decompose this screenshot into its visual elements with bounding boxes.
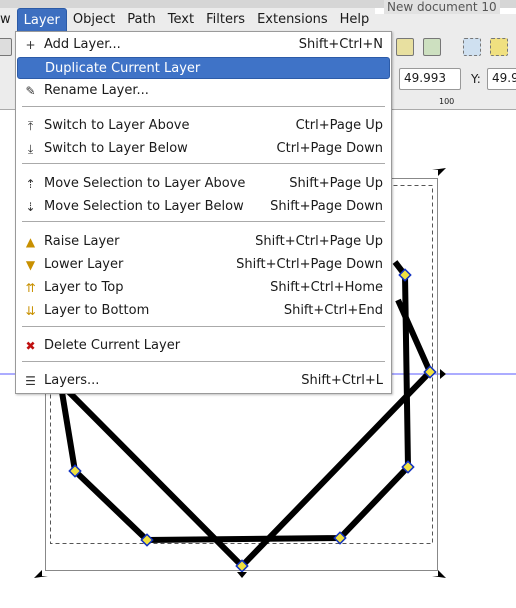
menu-item-shortcut: Ctrl+Page Up	[295, 118, 383, 133]
y-value: 49.9	[492, 71, 516, 85]
menu-separator	[22, 361, 385, 362]
menu-item-layer-to-bottom[interactable]: ⇊ Layer to Bottom Shift+Ctrl+End	[17, 300, 390, 322]
move-selection-below-icon: ⇣	[25, 200, 36, 214]
zoom-selection-icon[interactable]	[463, 38, 481, 56]
y-label: Y:	[471, 72, 481, 86]
menu-path[interactable]: Path	[121, 8, 162, 32]
menu-item-shortcut: Shift+Ctrl+N	[298, 37, 383, 52]
menu-item-shortcut: Ctrl+Page Down	[276, 141, 383, 156]
switch-layer-above-icon: ⤒	[27, 119, 34, 133]
menu-item-rename-layer[interactable]: ✎ Rename Layer...	[17, 80, 390, 102]
menu-item-label: Add Layer...	[44, 37, 121, 52]
menu-item-label: Switch to Layer Below	[44, 141, 188, 156]
menu-item-lower-layer[interactable]: ▼ Lower Layer Shift+Ctrl+Page Down	[17, 254, 390, 276]
menu-item-label: Duplicate Current Layer	[45, 61, 201, 76]
menu-item-label: Layer to Top	[44, 280, 124, 295]
menu-text[interactable]: Text	[162, 8, 200, 32]
menu-bar: w Layer Object Path Text Filters Extensi…	[0, 8, 375, 32]
menu-item-label: Lower Layer	[44, 257, 124, 272]
menu-bar-filler	[375, 14, 516, 32]
menu-help[interactable]: Help	[334, 8, 376, 32]
x-field[interactable]: 49.993	[399, 68, 461, 90]
menu-item-shortcut: Shift+Ctrl+L	[301, 373, 383, 388]
menu-item-move-selection-to-layer-above[interactable]: ⇡ Move Selection to Layer Above Shift+Page…	[17, 173, 390, 195]
scale-handle-bottom-right[interactable]	[432, 570, 446, 578]
menu-item-label: Move Selection to Layer Above	[44, 176, 246, 191]
zoom-drawing-icon[interactable]	[490, 38, 508, 56]
layer-to-bottom-icon: ⇊	[25, 304, 36, 318]
menu-object[interactable]: Object	[67, 8, 121, 32]
menu-view[interactable]: w	[0, 8, 17, 32]
rename-layer-icon: ✎	[25, 84, 36, 98]
menu-item-shortcut: Shift+Page Down	[270, 199, 383, 214]
move-selection-above-icon: ⇡	[25, 177, 36, 191]
menu-item-layers[interactable]: ☰ Layers... Shift+Ctrl+L	[17, 370, 390, 392]
menu-item-label: Switch to Layer Above	[44, 118, 190, 133]
print-icon[interactable]	[0, 38, 12, 56]
menu-item-layer-to-top[interactable]: ⇈ Layer to Top Shift+Ctrl+Home	[17, 277, 390, 299]
switch-layer-below-icon: ⤓	[27, 142, 34, 156]
menu-item-shortcut: Shift+Ctrl+Home	[270, 280, 383, 295]
menu-separator	[22, 163, 385, 164]
delete-layer-icon: ✖	[25, 339, 36, 353]
menu-separator	[22, 221, 385, 222]
menu-item-shortcut: Shift+Ctrl+Page Up	[255, 234, 383, 249]
menu-item-switch-to-layer-below[interactable]: ⤓ Switch to Layer Below Ctrl+Page Down	[17, 138, 390, 160]
lower-layer-icon: ▼	[25, 258, 36, 272]
menu-item-label: Layer to Bottom	[44, 303, 150, 318]
menu-item-label: Move Selection to Layer Below	[44, 199, 244, 214]
layers-icon: ☰	[25, 374, 36, 388]
menu-item-raise-layer[interactable]: ▲ Raise Layer Shift+Ctrl+Page Up	[17, 231, 390, 253]
menu-item-shortcut: Shift+Page Up	[289, 176, 383, 191]
layer-to-top-icon: ⇈	[25, 281, 36, 295]
scale-handle-bottom-left[interactable]	[34, 570, 48, 578]
menu-layer[interactable]: Layer	[16, 8, 67, 32]
menu-item-duplicate-current-layer[interactable]: Duplicate Current Layer	[17, 57, 390, 79]
lock-icon[interactable]	[396, 38, 414, 56]
raise-layer-icon: ▲	[25, 235, 36, 249]
add-layer-icon: +	[25, 38, 36, 52]
menu-extensions[interactable]: Extensions	[251, 8, 334, 32]
ruler-label: 100	[439, 97, 455, 106]
menu-item-move-selection-to-layer-below[interactable]: ⇣ Move Selection to Layer Below Shift+Page…	[17, 196, 390, 218]
scale-handle-right[interactable]	[440, 369, 446, 379]
unlock-icon[interactable]	[423, 38, 441, 56]
layer-menu: + Add Layer... Shift+Ctrl+N Duplicate Curre…	[15, 31, 392, 394]
menu-item-add-layer[interactable]: + Add Layer... Shift+Ctrl+N	[17, 34, 390, 56]
window-title: New document 10	[384, 0, 500, 14]
menu-item-label: Layers...	[44, 373, 100, 388]
menu-item-label: Rename Layer...	[44, 83, 149, 98]
menu-filters[interactable]: Filters	[200, 8, 251, 32]
x-value: 49.993	[404, 71, 446, 85]
menu-item-shortcut: Shift+Ctrl+End	[283, 303, 383, 318]
menu-item-delete-current-layer[interactable]: ✖ Delete Current Layer	[17, 335, 390, 357]
scale-handle-bottom[interactable]	[237, 572, 247, 578]
menu-separator	[22, 106, 385, 107]
scale-handle-top-right[interactable]	[432, 168, 446, 176]
menu-item-label: Delete Current Layer	[44, 338, 181, 353]
menu-separator	[22, 326, 385, 327]
menu-item-switch-to-layer-above[interactable]: ⤒ Switch to Layer Above Ctrl+Page Up	[17, 115, 390, 137]
menu-item-label: Raise Layer	[44, 234, 120, 249]
y-field[interactable]: 49.9	[487, 68, 516, 90]
menu-item-shortcut: Shift+Ctrl+Page Down	[236, 257, 383, 272]
